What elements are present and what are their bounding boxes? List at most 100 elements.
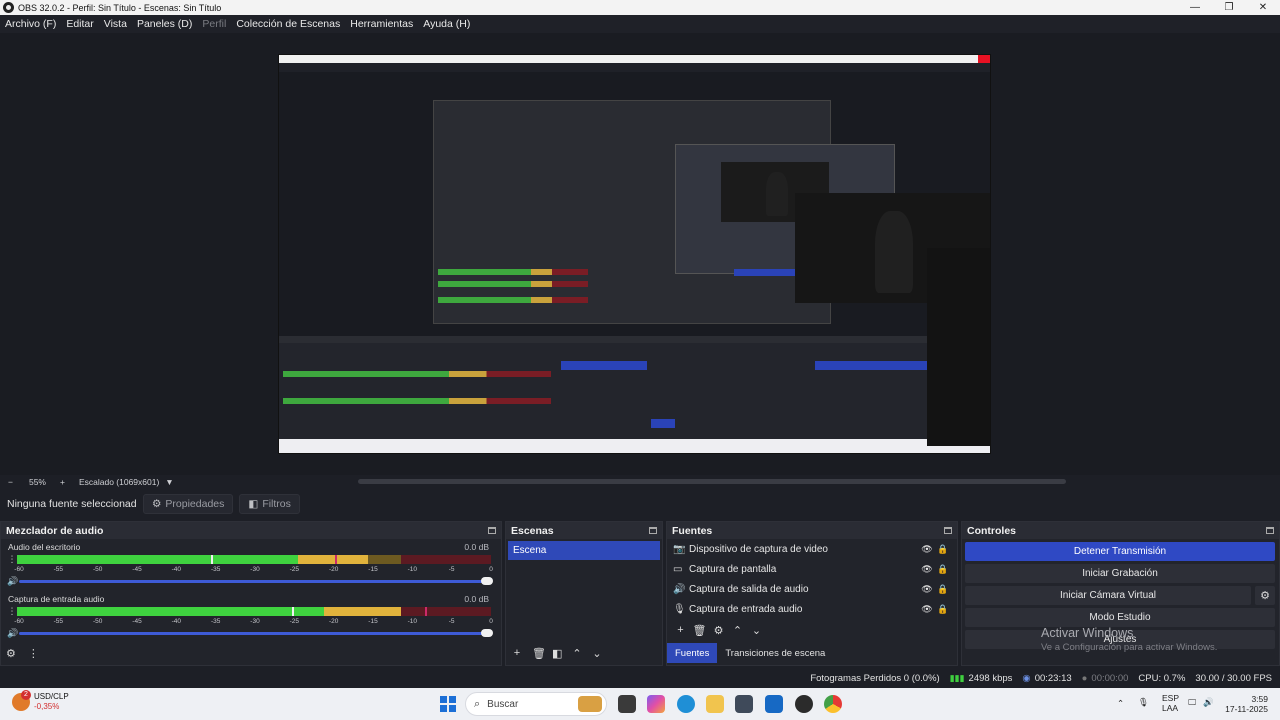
microphone-tray-icon[interactable]: 🎙 xyxy=(1138,697,1149,708)
menu-editar[interactable]: Editar xyxy=(66,18,93,30)
zoom-bar: − 55% + Escalado (1069x601) ▼ xyxy=(0,475,1280,489)
float-dock-icon[interactable] xyxy=(649,527,657,534)
tray-chevron-up-icon[interactable]: ⌃ xyxy=(1117,698,1124,709)
menu-perfil[interactable]: Perfil xyxy=(202,18,226,30)
float-dock-icon[interactable] xyxy=(1266,527,1274,534)
gear-icon[interactable]: ⚙ xyxy=(1255,586,1275,605)
dock-header: Mezclador de audio xyxy=(1,522,501,539)
record-time: 00:00:00 xyxy=(1091,672,1129,684)
preview-scrollbar[interactable] xyxy=(358,479,1066,484)
app-icon[interactable] xyxy=(735,695,753,713)
meter-tick-label: -10 xyxy=(407,566,418,573)
lock-icon[interactable]: 🔒 xyxy=(935,564,951,575)
stock-widget[interactable]: 2 USD/CLP -0,35% xyxy=(12,690,69,712)
camera-feed-large xyxy=(927,248,990,446)
source-item[interactable]: 🎙 Captura de entrada audio 👁 🔒 xyxy=(667,599,957,619)
copilot-icon[interactable] xyxy=(647,695,665,713)
edge-icon[interactable] xyxy=(677,695,695,713)
volume-meter xyxy=(17,555,491,564)
meter-level xyxy=(17,607,401,616)
meter-tick-label: -40 xyxy=(171,566,182,573)
scaling-dropdown-icon[interactable]: ▼ xyxy=(165,477,173,487)
meter-tick-label: -40 xyxy=(171,618,182,625)
volume-slider[interactable] xyxy=(19,628,493,637)
speaker-icon[interactable]: 🔊 xyxy=(7,628,19,639)
source-item[interactable]: ▭ Captura de pantalla 👁 🔒 xyxy=(667,559,957,579)
meter-tick-label: -50 xyxy=(92,566,103,573)
menu-vista[interactable]: Vista xyxy=(104,18,127,30)
speaker-icon[interactable]: 🔊 xyxy=(7,576,19,587)
studio-mode-button[interactable]: Modo Estudio xyxy=(965,608,1275,627)
chevron-down-icon[interactable]: ⌄ xyxy=(592,647,602,660)
task-view-icon[interactable] xyxy=(618,695,636,713)
advanced-audio-icon[interactable]: ⚙ xyxy=(6,647,16,660)
trash-icon[interactable]: 🗑 xyxy=(532,647,546,660)
windows-start-icon[interactable] xyxy=(440,696,456,712)
source-item[interactable]: 📷 Dispositivo de captura de video 👁 🔒 xyxy=(667,539,957,559)
menu-herramientas[interactable]: Herramientas xyxy=(350,18,413,30)
volume-slider[interactable] xyxy=(19,576,493,585)
preview-area[interactable] xyxy=(0,33,1280,475)
eye-icon[interactable]: 👁 xyxy=(919,584,935,595)
meter-peak xyxy=(291,607,294,616)
network-icon[interactable]: 🖵 xyxy=(1188,697,1196,708)
meter-tick-label: -10 xyxy=(407,618,418,625)
obs-taskbar-icon[interactable] xyxy=(795,695,813,713)
properties-button[interactable]: ⚙ Propiedades xyxy=(143,493,234,514)
add-icon[interactable]: + xyxy=(671,624,690,637)
settings-button[interactable]: Ajustes xyxy=(965,630,1275,649)
chevron-up-icon[interactable]: ⌃ xyxy=(728,624,747,637)
meter-tick-label: 0 xyxy=(489,618,493,625)
chevron-down-icon[interactable]: ⌄ xyxy=(747,624,766,637)
close-button[interactable]: ✕ xyxy=(1246,0,1280,15)
mixer-menu-icon[interactable]: ⋮ xyxy=(28,647,39,660)
volume-knob[interactable] xyxy=(481,576,493,585)
language-indicator[interactable]: ESP LAA xyxy=(1162,693,1179,713)
menu-ayuda[interactable]: Ayuda (H) xyxy=(423,18,470,30)
mixer-track-desktop: Audio del escritorio 0.0 dB ⋮ -60 -55 -50-… xyxy=(1,539,501,591)
eye-icon[interactable]: 👁 xyxy=(919,564,935,575)
track-db: 0.0 dB xyxy=(464,542,489,552)
start-recording-button[interactable]: Iniciar Grabación xyxy=(965,564,1275,583)
trash-icon[interactable]: 🗑 xyxy=(690,624,709,637)
gear-icon[interactable]: ⚙ xyxy=(709,624,728,637)
lock-icon[interactable]: 🔒 xyxy=(935,584,951,595)
track-menu-icon[interactable]: ⋮ xyxy=(7,606,17,617)
preview-canvas[interactable] xyxy=(278,54,991,454)
volume-knob[interactable] xyxy=(481,628,493,637)
tab-transiciones[interactable]: Transiciones de escena xyxy=(717,643,833,663)
meter-tick-label: -35 xyxy=(210,566,221,573)
zoom-out-button[interactable]: − xyxy=(8,477,13,487)
chrome-icon[interactable] xyxy=(824,695,842,713)
stop-stream-button[interactable]: Detener Transmisión xyxy=(965,542,1275,561)
file-explorer-icon[interactable] xyxy=(706,695,724,713)
menu-coleccion-escenas[interactable]: Colección de Escenas xyxy=(236,18,340,30)
source-item[interactable]: 🔊 Captura de salida de audio 👁 🔒 xyxy=(667,579,957,599)
volume-icon[interactable]: 🔊 xyxy=(1203,697,1214,708)
lock-icon[interactable]: 🔒 xyxy=(935,544,951,555)
taskbar-search[interactable]: ⌕ Buscar xyxy=(465,692,607,716)
tab-fuentes[interactable]: Fuentes xyxy=(667,643,718,663)
zoom-in-button[interactable]: + xyxy=(60,477,65,487)
lock-icon[interactable]: 🔒 xyxy=(935,604,951,615)
float-dock-icon[interactable] xyxy=(488,527,496,534)
eye-icon[interactable]: 👁 xyxy=(919,544,935,555)
scaling-label[interactable]: Escalado (1069x601) xyxy=(79,477,159,487)
filters-button[interactable]: ◧ Filtros xyxy=(239,493,300,514)
start-virtual-camera-button[interactable]: Iniciar Cámara Virtual xyxy=(965,586,1251,605)
add-icon[interactable]: + xyxy=(512,647,522,660)
maximize-button[interactable]: ❐ xyxy=(1212,0,1246,15)
nested-tab xyxy=(651,419,675,428)
store-icon[interactable] xyxy=(765,695,783,713)
chevron-up-icon[interactable]: ⌃ xyxy=(572,647,582,660)
minimize-button[interactable]: — xyxy=(1178,0,1212,15)
track-menu-icon[interactable]: ⋮ xyxy=(7,554,17,565)
scene-item[interactable]: Escena xyxy=(508,541,660,560)
clock[interactable]: 3:59 17-11-2025 xyxy=(1222,694,1268,714)
cpu-usage: CPU: 0.7% xyxy=(1138,672,1186,684)
float-dock-icon[interactable] xyxy=(944,527,952,534)
menu-archivo[interactable]: Archivo (F) xyxy=(5,18,56,30)
menu-paneles[interactable]: Paneles (D) xyxy=(137,18,192,30)
eye-icon[interactable]: 👁 xyxy=(919,604,935,615)
scene-filters-icon[interactable]: ◧ xyxy=(552,647,562,660)
